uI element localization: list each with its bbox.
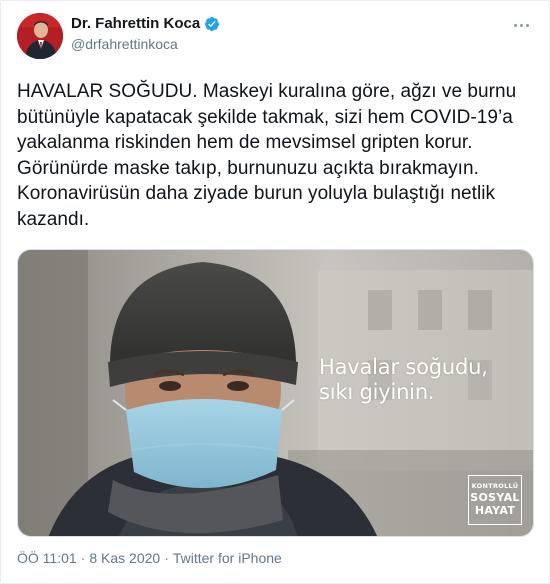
more-dot — [525, 23, 529, 27]
verified-badge-icon — [204, 16, 220, 32]
logo-line-3: HAYAT — [474, 504, 516, 517]
tweet-meta: ÖÖ 11:01 · 8 Kas 2020 · Twitter for iPho… — [17, 550, 282, 566]
more-options-icon[interactable] — [509, 15, 533, 35]
kontrollu-sosyal-hayat-logo: KONTROLLÜ SOSYAL HAYAT — [468, 475, 522, 525]
tweet-time[interactable]: ÖÖ 11:01 — [17, 550, 77, 566]
author-handle[interactable]: @drfahrettinkoca — [71, 36, 178, 52]
author-name-row[interactable]: Dr. Fahrettin Koca — [71, 15, 220, 32]
more-dot — [519, 23, 523, 27]
media-caption: Havalar soğudu, sıkı giyinin. — [319, 355, 488, 405]
meta-separator: · — [164, 550, 169, 566]
tweet-card: Dr. Fahrettin Koca @drfahrettinkoca HAVA… — [0, 0, 550, 584]
tweet-source[interactable]: Twitter for iPhone — [173, 550, 282, 566]
author-display-name[interactable]: Dr. Fahrettin Koca — [71, 15, 200, 32]
media-caption-line-1: Havalar soğudu, — [319, 355, 488, 379]
tweet-text: HAVALAR SOĞUDU. Maskeyi kuralına göre, a… — [17, 81, 517, 230]
tweet-date[interactable]: 8 Kas 2020 — [89, 550, 160, 566]
avatar-image — [17, 13, 63, 59]
logo-line-2: SOSYAL — [470, 491, 520, 504]
logo-line-1: KONTROLLÜ — [471, 482, 519, 490]
media-caption-line-2: sıkı giyinin. — [319, 380, 435, 404]
meta-separator: · — [80, 550, 86, 566]
avatar[interactable] — [17, 13, 63, 59]
more-dot — [513, 23, 517, 27]
